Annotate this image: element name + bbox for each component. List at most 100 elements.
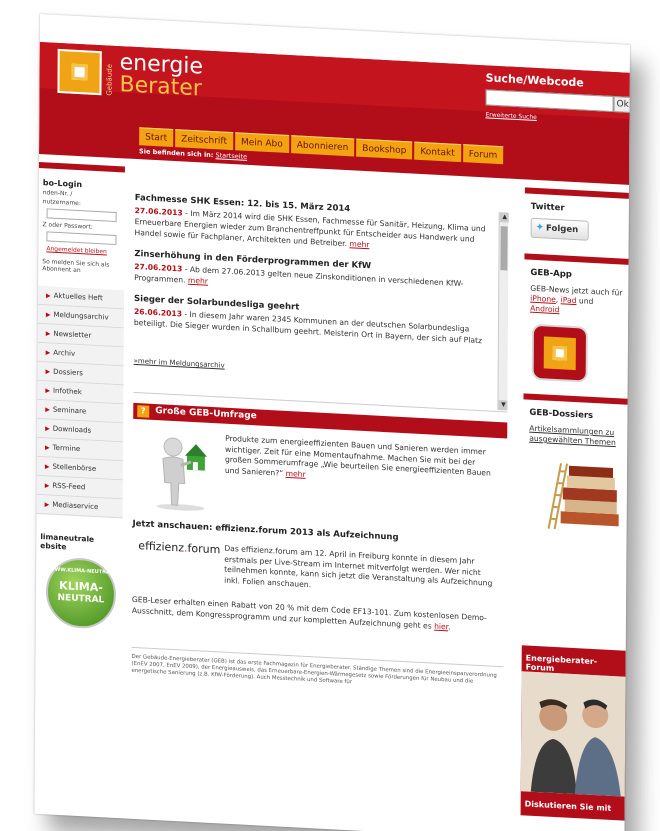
seal-top-text: WWW.KLIMA-NEUTRAL bbox=[49, 566, 114, 576]
sidebar-menu: ▶ Aktuelles Heft ▶ Meldungsarchiv ▶ Newslet… bbox=[36, 285, 125, 519]
survey-text: Produkte zum energieeffizienten Bauen un… bbox=[225, 434, 501, 490]
menu-label: Termine bbox=[52, 443, 81, 454]
nav-kontakt[interactable]: Kontakt bbox=[414, 141, 461, 163]
triangle-right-icon: ▶ bbox=[46, 292, 51, 300]
login-note: So melden Sie sich als Abonnent an bbox=[42, 258, 110, 275]
menu-label: Mediaservice bbox=[52, 500, 99, 512]
sidebar-bar bbox=[38, 161, 125, 173]
geb-app-icon[interactable] bbox=[531, 323, 589, 383]
question-icon: ? bbox=[137, 405, 150, 418]
news-item: Zinserhöhung in den Förderprogrammen der… bbox=[134, 249, 508, 303]
breadcrumb-link[interactable]: Startseite bbox=[215, 151, 247, 161]
triangle-right-icon: ▶ bbox=[45, 368, 51, 376]
app-text-and: und bbox=[576, 296, 594, 306]
nav-start[interactable]: Start bbox=[139, 127, 174, 147]
effizienz-logo[interactable]: effizienz.forum bbox=[138, 539, 220, 556]
survey-figure-icon bbox=[156, 437, 207, 511]
site-header: Gebäude energie Berater Suche/Webcode Ok… bbox=[39, 41, 630, 185]
menu-label: Archiv bbox=[53, 348, 76, 358]
effizienz-discount-text: GEB-Leser erhalten einen Rabatt von 20 %… bbox=[132, 595, 504, 635]
scroll-down-icon[interactable]: ▼ bbox=[498, 400, 509, 411]
box-bar bbox=[523, 393, 628, 405]
app-title: GEB-App bbox=[530, 267, 572, 280]
nav-bookshop[interactable]: Bookshop bbox=[356, 138, 413, 160]
effizienz-here-link[interactable]: hier bbox=[434, 621, 448, 631]
news-date: 27.06.2013 bbox=[134, 261, 183, 274]
survey-title[interactable]: Große GEB-Umfrage bbox=[155, 406, 257, 421]
news-more-link[interactable]: mehr bbox=[349, 239, 369, 249]
dossiers-link[interactable]: Artikelsammlungen zu ausgewählten Themen bbox=[529, 424, 623, 449]
effizienz-title[interactable]: Jetzt anschauen: effizienz.forum 2013 al… bbox=[132, 519, 398, 543]
search-ok-button[interactable]: Ok bbox=[613, 96, 630, 114]
iphone-link[interactable]: iPhone bbox=[530, 294, 556, 304]
page-stage: Gebäude energie Berater Suche/Webcode Ok… bbox=[0, 0, 660, 831]
triangle-right-icon: ▶ bbox=[44, 482, 50, 490]
twitter-title: Twitter bbox=[530, 201, 565, 214]
right-sidebar: Twitter ✦ Folgen GEB-App GEB-News jetzt a… bbox=[520, 187, 629, 821]
forum-cta[interactable]: Diskutieren Sie mit bbox=[525, 799, 612, 813]
news-date: 27.06.2013 bbox=[134, 205, 183, 218]
triangle-right-icon: ▶ bbox=[45, 330, 51, 338]
news-more-link[interactable]: mehr bbox=[188, 276, 208, 286]
app-box: GEB-App GEB-News jetzt auch für iPhone, … bbox=[523, 253, 629, 385]
nav-mein-abo[interactable]: Mein Abo bbox=[234, 132, 289, 154]
triangle-right-icon: ▶ bbox=[45, 387, 51, 395]
survey-body: Produkte zum energieeffizienten Bauen un… bbox=[224, 433, 491, 478]
triangle-right-icon: ▶ bbox=[45, 406, 50, 414]
scroll-thumb[interactable] bbox=[500, 226, 508, 271]
seal-line2: NEUTRAL bbox=[57, 592, 105, 606]
username-field[interactable] bbox=[46, 208, 117, 223]
effizienz-logo-b: forum bbox=[187, 541, 221, 557]
forum-photo bbox=[520, 671, 626, 797]
news-date: 26.06.2013 bbox=[133, 306, 183, 319]
triangle-right-icon: ▶ bbox=[45, 311, 51, 319]
triangle-right-icon: ▶ bbox=[45, 425, 50, 433]
survey-more-link[interactable]: mehr bbox=[286, 468, 306, 478]
nav-forum[interactable]: Forum bbox=[462, 144, 504, 165]
twitter-follow-button[interactable]: ✦ Folgen bbox=[530, 217, 589, 241]
logo-icon[interactable] bbox=[57, 48, 102, 96]
news-item: Sieger der Solarbundesliga geehrt 26.06.… bbox=[134, 294, 508, 348]
password-field[interactable] bbox=[46, 231, 117, 246]
news-item: Fachmesse SHK Essen: 12. bis 15. März 20… bbox=[134, 193, 508, 258]
twitter-box: Twitter ✦ Folgen bbox=[524, 187, 629, 243]
android-link[interactable]: Android bbox=[530, 304, 559, 315]
dossiers-title: GEB-Dossiers bbox=[529, 407, 594, 421]
logo-vertical-text: Gebäude bbox=[105, 63, 114, 96]
klimaneutral-seal-icon[interactable]: WWW.KLIMA-NEUTRAL KLIMA- NEUTRAL bbox=[45, 556, 117, 630]
left-sidebar: bo-Login nden-Nr. / nutzername: Z oder P… bbox=[36, 161, 125, 630]
app-text: GEB-News jetzt auch für iPhone, iPad und… bbox=[530, 284, 624, 319]
logo-line2[interactable]: Berater bbox=[119, 72, 202, 101]
footer-text: Der Gebäude-Energieberater (GEB) ist das… bbox=[131, 646, 504, 695]
box-bar bbox=[524, 187, 629, 199]
triangle-right-icon: ▶ bbox=[45, 349, 51, 357]
klima-title: limaneutrale ebsite bbox=[40, 532, 122, 554]
menu-item[interactable]: ▶ Mediaservice bbox=[36, 494, 123, 519]
stay-logged-in-link[interactable]: Angemeldet bleiben bbox=[46, 245, 124, 256]
menu-label: Downloads bbox=[52, 424, 92, 435]
nav-abonnieren[interactable]: Abonnieren bbox=[290, 135, 355, 157]
effizienz-text: Das effizienz.forum am 12. April in Frei… bbox=[224, 543, 493, 589]
follow-label: Folgen bbox=[546, 223, 579, 236]
forum-box[interactable]: Energieberater-Forum Diskutieren Sie mit bbox=[520, 645, 626, 821]
menu-label: Infothek bbox=[52, 386, 82, 397]
triangle-right-icon: ▶ bbox=[44, 501, 50, 509]
news-scrollbar[interactable]: ▲ ▼ bbox=[497, 212, 509, 411]
menu-label: RSS-Feed bbox=[52, 481, 86, 492]
twitter-bird-icon: ✦ bbox=[535, 221, 545, 234]
menu-label: Aktuelles Heft bbox=[53, 291, 103, 303]
effizienz-logo-a: effizienz bbox=[138, 539, 185, 555]
dossiers-box: GEB-Dossiers Artikelsammlungen zu ausgew… bbox=[522, 393, 628, 542]
ipad-link[interactable]: iPad bbox=[561, 295, 577, 305]
books-icon bbox=[547, 463, 619, 530]
main-nav: Start Zeitschrift Mein Abo Abonnieren Bo… bbox=[139, 127, 505, 165]
menu-label: Seminare bbox=[52, 405, 87, 416]
triangle-right-icon: ▶ bbox=[44, 463, 50, 471]
advanced-search-link[interactable]: Erweiterte Suche bbox=[485, 111, 536, 121]
scroll-up-icon[interactable]: ▲ bbox=[499, 212, 509, 223]
menu-label: Dossiers bbox=[53, 367, 83, 378]
nav-zeitschrift[interactable]: Zeitschrift bbox=[175, 129, 234, 151]
menu-label: Newsletter bbox=[53, 329, 92, 340]
menu-label: Stellenbörse bbox=[52, 462, 97, 473]
effizienz-text-end: . bbox=[448, 621, 451, 632]
